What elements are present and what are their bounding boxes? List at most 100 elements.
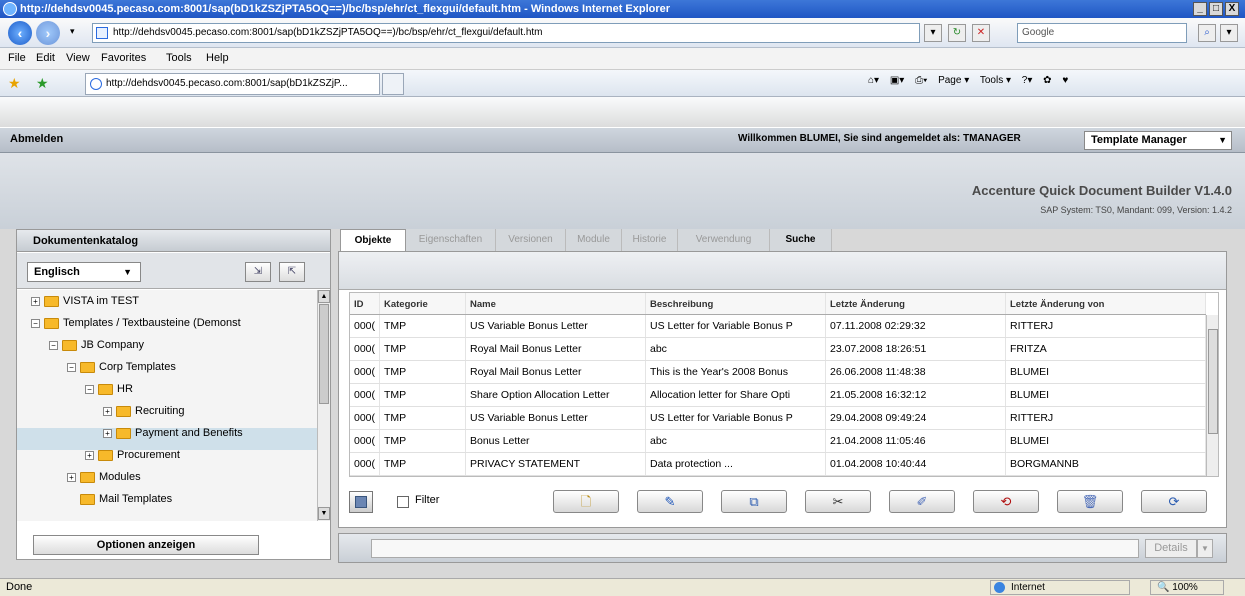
column-header[interactable]: Letzte Änderung — [826, 293, 1006, 314]
expand-toggle-icon[interactable]: + — [103, 428, 112, 438]
refresh-icon[interactable]: ↻ — [948, 24, 966, 42]
help-icon[interactable]: ?▾ — [1022, 75, 1033, 86]
zoom-level[interactable]: 🔍 100% — [1150, 580, 1224, 595]
table-scrollbar[interactable] — [1206, 315, 1218, 476]
details-field[interactable] — [371, 539, 1139, 558]
tree-node[interactable]: + Modules — [67, 466, 141, 488]
expand-toggle-icon[interactable]: + — [67, 472, 76, 482]
menu-tools[interactable]: Tools — [166, 52, 192, 64]
expand-toggle-icon[interactable]: − — [67, 362, 76, 372]
table-row[interactable]: 000(TMP Share Option Allocation Letter All… — [350, 384, 1206, 407]
tree-node[interactable]: + Recruiting — [103, 400, 185, 422]
column-header[interactable]: Name — [466, 293, 646, 314]
new-tab-button[interactable] — [382, 73, 404, 95]
print-icon[interactable]: ⎙▾ — [915, 75, 927, 86]
column-header[interactable]: Letzte Änderung von — [1006, 293, 1206, 314]
expand-toggle-icon[interactable]: + — [31, 296, 40, 306]
cut-button[interactable]: ✂ — [805, 490, 871, 513]
minimize-button[interactable]: _ — [1193, 2, 1207, 16]
tab-historie[interactable]: Historie — [622, 229, 678, 251]
url-input[interactable]: http://dehdsv0045.pecaso.com:8001/sap(bD… — [92, 23, 920, 43]
tree-node[interactable]: + Payment and Benefits — [103, 422, 243, 444]
search-options-icon[interactable]: ▾ — [1220, 24, 1238, 42]
menu-edit[interactable]: Edit — [36, 52, 55, 64]
tree-node[interactable]: − HR — [85, 378, 133, 400]
search-icon[interactable]: ⌕ — [1198, 24, 1216, 42]
column-header[interactable]: ID — [350, 293, 380, 314]
tab-verwendung[interactable]: Verwendung — [678, 229, 770, 251]
chevron-down-icon[interactable]: ▼ — [1197, 539, 1213, 558]
page-menu[interactable]: Page ▾ — [938, 75, 969, 86]
column-header[interactable]: Kategorie — [380, 293, 466, 314]
scroll-up-icon[interactable]: ▲ — [318, 290, 330, 303]
logout-link[interactable]: Abmelden — [10, 133, 63, 145]
role-dropdown[interactable]: Template Manager ▼ — [1084, 131, 1232, 150]
messenger-icon[interactable]: ♥ — [1062, 75, 1068, 86]
expand-toggle-icon[interactable]: − — [49, 340, 58, 350]
tree-node[interactable]: − Corp Templates — [67, 356, 176, 378]
scroll-down-icon[interactable]: ▼ — [318, 507, 330, 520]
home-icon[interactable]: ⌂▾ — [868, 75, 879, 86]
expand-toggle-icon[interactable]: + — [103, 406, 112, 416]
expand-toggle-icon[interactable]: + — [85, 450, 94, 460]
table-cell: RITTERJ — [1006, 315, 1206, 337]
show-options-button[interactable]: Optionen anzeigen — [33, 535, 259, 555]
tree-node[interactable]: Mail Templates — [67, 488, 172, 510]
search-input[interactable]: Google — [1017, 23, 1187, 43]
collapse-all-icon[interactable]: ⇲ — [245, 262, 271, 282]
menu-view[interactable]: View — [66, 52, 90, 64]
expand-toggle-icon[interactable]: − — [85, 384, 94, 394]
stop-icon[interactable]: ✕ — [972, 24, 990, 42]
recent-pages-icon[interactable]: ▾ — [70, 26, 75, 37]
new-document-button[interactable]: 🗋 — [553, 490, 619, 513]
feeds-icon[interactable]: ▣▾ — [890, 75, 904, 86]
tab-versionen[interactable]: Versionen — [496, 229, 566, 251]
menu-file[interactable]: File — [8, 52, 26, 64]
forward-icon[interactable]: › — [36, 21, 60, 45]
tree-node[interactable]: − Templates / Textbausteine (Demonst — [31, 312, 241, 334]
tab-suche[interactable]: Suche — [770, 229, 832, 251]
back-icon[interactable]: ‹ — [8, 21, 32, 45]
table-row[interactable]: 000(TMP Royal Mail Bonus Letter This is th… — [350, 361, 1206, 384]
undo-button[interactable]: ⟲ — [973, 490, 1039, 513]
expand-toggle-icon[interactable]: − — [31, 318, 40, 328]
close-button[interactable]: X — [1225, 2, 1239, 16]
table-row[interactable]: 000(TMP US Variable Bonus Letter US Letter… — [350, 315, 1206, 338]
folder-icon — [44, 317, 59, 329]
edit-button[interactable]: ✎ — [637, 490, 703, 513]
status-bar: Done Internet 🔍 100% — [0, 578, 1245, 596]
url-dropdown-icon[interactable]: ▾ — [924, 24, 942, 42]
tree-scrollbar[interactable]: ▲ ▼ — [317, 290, 330, 521]
table-row[interactable]: 000(TMP Bonus Letter abc 21.04.2008 11:05:4… — [350, 430, 1206, 453]
scroll-thumb[interactable] — [1208, 329, 1218, 434]
save-button[interactable] — [349, 491, 373, 513]
tree-node[interactable]: + VISTA im TEST — [31, 290, 139, 312]
chevron-down-icon: ▼ — [1218, 135, 1227, 145]
table-row[interactable]: 000(TMP PRIVACY STATEMENT Data protection … — [350, 453, 1206, 476]
details-button[interactable]: Details — [1145, 539, 1197, 558]
favorites-star-icon[interactable]: ★ — [8, 75, 21, 92]
research-icon[interactable]: ✿ — [1043, 75, 1051, 86]
menu-favorites[interactable]: Favorites — [101, 52, 146, 64]
language-dropdown[interactable]: Englisch ▼ — [27, 262, 141, 282]
refresh-button[interactable]: ⟳ — [1141, 490, 1207, 513]
table-row[interactable]: 000(TMP US Variable Bonus Letter US Letter… — [350, 407, 1206, 430]
filter-checkbox[interactable] — [397, 496, 409, 508]
expand-all-icon[interactable]: ⇱ — [279, 262, 305, 282]
maximize-button[interactable]: □ — [1209, 2, 1223, 16]
menu-help[interactable]: Help — [206, 52, 229, 64]
tab-eigenschaften[interactable]: Eigenschaften — [406, 229, 496, 251]
browser-tab[interactable]: http://dehdsv0045.pecaso.com:8001/sap(bD… — [85, 73, 380, 95]
clean-button[interactable]: ✐ — [889, 490, 955, 513]
tab-objekte[interactable]: Objekte — [340, 229, 406, 251]
tree-node[interactable]: − JB Company — [49, 334, 144, 356]
scroll-thumb[interactable] — [319, 304, 329, 404]
tools-menu[interactable]: Tools ▾ — [980, 75, 1011, 86]
delete-button[interactable]: 🗑 — [1057, 490, 1123, 513]
tree-node[interactable]: + Procurement — [85, 444, 180, 466]
tab-module[interactable]: Module — [566, 229, 622, 251]
copy-button[interactable]: ⧉ — [721, 490, 787, 513]
table-row[interactable]: 000(TMP Royal Mail Bonus Letter abc 23.07.2… — [350, 338, 1206, 361]
add-favorite-icon[interactable]: ★ — [36, 75, 49, 92]
column-header[interactable]: Beschreibung — [646, 293, 826, 314]
